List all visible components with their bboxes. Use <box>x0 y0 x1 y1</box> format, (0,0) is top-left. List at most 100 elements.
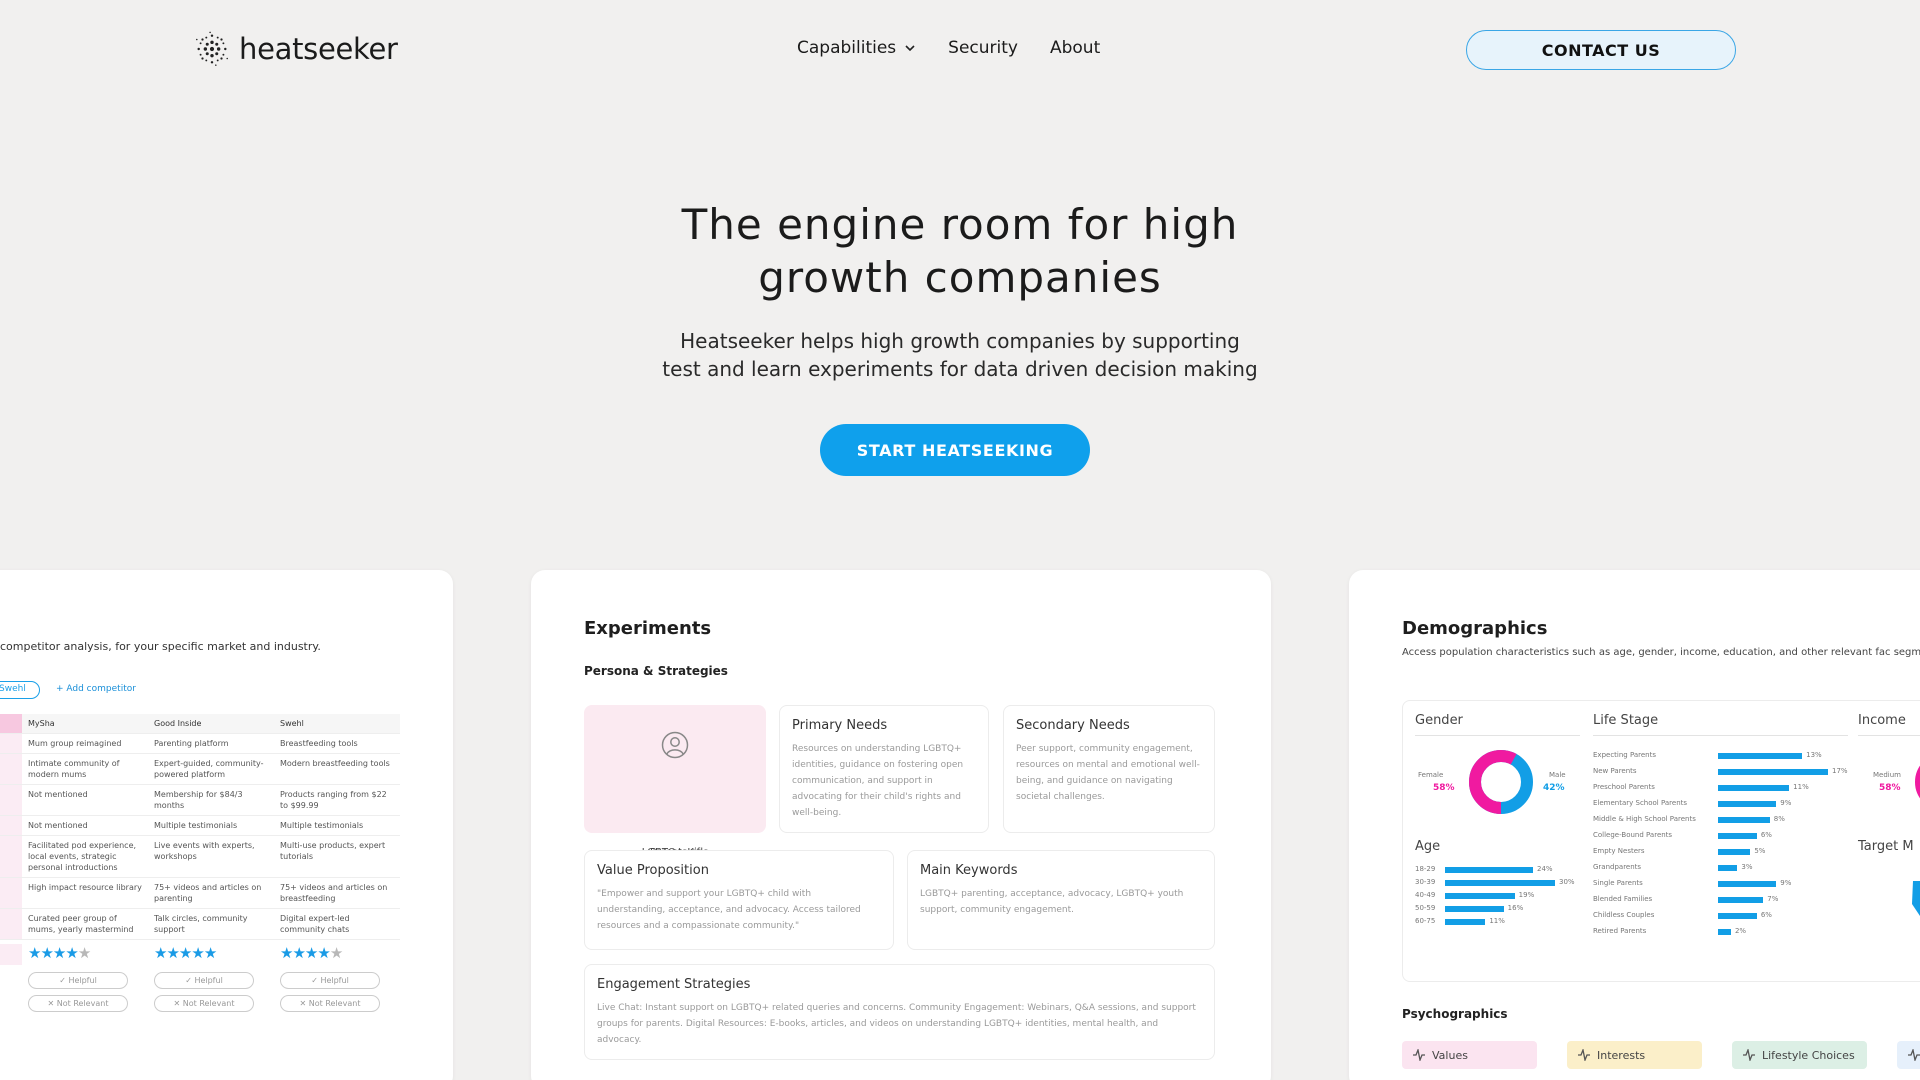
age-bar <box>1445 893 1515 899</box>
chip-values[interactable]: Values <box>1402 1041 1537 1069</box>
engagement-strategies-box: Engagement Strategies Live Chat: Instant… <box>584 964 1215 1060</box>
age-bar <box>1445 906 1504 912</box>
life-stage-heading: Life Stage <box>1593 713 1659 728</box>
start-heatseeking-button[interactable]: START HEATSEEKING <box>820 424 1090 476</box>
nav-about-label: About <box>1049 38 1101 58</box>
life-stage-label: Empty Nesters <box>1593 847 1645 855</box>
life-stage-bar <box>1718 801 1777 807</box>
logo-mark-icon <box>196 31 228 66</box>
life-stage-value-label: 13% <box>1806 751 1822 759</box>
chip-lifestyle-choices[interactable]: Lifestyle Choices <box>1732 1041 1867 1069</box>
star-icon: ★ <box>280 944 293 962</box>
helpful-button[interactable]: ✓ Helpful <box>280 972 380 989</box>
table-row: Mum group reimagined Parenting platform Br… <box>0 734 400 754</box>
chip-interests-label: Interests <box>1597 1048 1646 1062</box>
chip-lifestyle-choices-label: Lifestyle Choices <box>1762 1048 1855 1062</box>
age-label: 30-39 <box>1415 878 1436 886</box>
gender-donut-chart <box>1469 750 1533 814</box>
income-heading: Income <box>1858 713 1906 728</box>
main-keywords-title: Main Keywords <box>920 863 1018 878</box>
table-cell: Breastfeeding tools <box>280 739 358 748</box>
table-cell: er <box>0 836 22 877</box>
helpful-button[interactable]: ✓ Helpful <box>154 972 254 989</box>
star-icon: ★ <box>329 944 343 962</box>
age-value-label: 11% <box>1489 917 1505 925</box>
table-header-cell: Good Inside <box>148 714 274 733</box>
table-cell: High impact resource library <box>28 883 142 892</box>
star-icon: ★ <box>178 944 192 962</box>
not-relevant-button[interactable]: ✕ Not Relevant <box>28 995 128 1012</box>
contact-us-button[interactable]: CONTACT US <box>1466 30 1736 70</box>
age-bar-chart: 18-29 24% 30-39 30% 40-49 19% 50-59 16% 60-75 11% <box>1415 865 1585 935</box>
hero-subtitle-line1: Heatseeker helps high growth companies b… <box>680 329 1240 353</box>
table-cell <box>0 878 22 908</box>
table-cell: Modern breastfeeding tools <box>280 759 390 768</box>
table-cell: Live events with experts, workshops <box>154 841 255 861</box>
demographics-panel: Gender Female 58% Male 42% Age 18-29 24% 3… <box>1402 700 1920 982</box>
experiments-title: Experiments <box>584 618 712 639</box>
table-cell: Multi-use products, expert tutorials <box>280 841 386 861</box>
secondary-needs-title: Secondary Needs <box>1016 718 1130 733</box>
star-icon: ★ <box>28 944 41 962</box>
age-label: 18-29 <box>1415 865 1436 873</box>
chip-more[interactable] <box>1897 1041 1920 1069</box>
chip-values-label: Values <box>1432 1048 1468 1062</box>
life-stage-bar <box>1718 785 1790 791</box>
not-relevant-button[interactable]: ✕ Not Relevant <box>280 995 380 1012</box>
persona-tile[interactable]: Parents of LGBTQ+ Kids <box>584 705 766 858</box>
life-stage-bar <box>1718 817 1770 823</box>
life-stage-value-label: 6% <box>1760 911 1772 919</box>
nav-security[interactable]: Security <box>948 38 1018 58</box>
chip-interests[interactable]: Interests <box>1567 1041 1702 1069</box>
ratings-row: ★★★★★ ★★★★★ ★★★★★ <box>0 940 400 965</box>
table-cell: Facilitated pod experience, local events… <box>28 841 137 872</box>
age-value-label: 24% <box>1537 865 1553 873</box>
star-icon: ★ <box>317 944 330 962</box>
engagement-strategies-body: Live Chat: Instant support on LGBTQ+ rel… <box>597 1003 1196 1045</box>
life-stage-value-label: 2% <box>1734 927 1747 935</box>
table-cell: Curated peer group of mums, yearly maste… <box>28 914 134 934</box>
brand-logo[interactable]: heatseeker <box>193 30 398 68</box>
add-competitor-link[interactable]: + Add competitor <box>56 684 136 694</box>
competitor-table-body: Mum group reimagined Parenting platform Br… <box>0 734 400 940</box>
table-cell <box>0 785 22 815</box>
rating-stars: ★★★★★ <box>22 944 148 965</box>
competitor-pill-selected[interactable]: Swehl <box>0 681 40 699</box>
life-stage-bar <box>1718 769 1828 775</box>
not-relevant-button[interactable]: ✕ Not Relevant <box>154 995 254 1012</box>
main-keywords-box: Main Keywords LGBTQ+ parenting, acceptan… <box>907 850 1215 950</box>
nav-capabilities[interactable]: Capabilities <box>797 38 916 58</box>
table-cell: 75+ videos and articles on breastfeeding <box>280 883 388 903</box>
hero-title-line2: growth companies <box>758 253 1162 302</box>
primary-needs-box: Primary Needs Resources on understanding… <box>779 705 989 833</box>
life-stage-bar <box>1718 833 1757 839</box>
table-cell <box>0 734 22 753</box>
activity-icon <box>1578 1049 1590 1061</box>
life-stage-label: Expecting Parents <box>1593 751 1657 759</box>
divider <box>1858 735 1920 736</box>
table-row: High impact resource library 75+ videos a… <box>0 878 400 909</box>
age-value-label: 30% <box>1559 878 1575 886</box>
life-stage-bar <box>1718 929 1731 935</box>
helpful-button[interactable]: ✓ Helpful <box>28 972 128 989</box>
male-label: Male <box>1549 771 1566 779</box>
table-cell: 75+ videos and articles on parenting <box>154 883 262 903</box>
nav-about[interactable]: About <box>1050 38 1100 58</box>
star-icon: ★ <box>65 944 78 962</box>
life-stage-value-label: 5% <box>1754 847 1766 855</box>
age-label: 40-49 <box>1415 891 1436 899</box>
activity-icon <box>1908 1049 1920 1061</box>
table-cell <box>0 816 22 835</box>
table-row: Intimate community of modern mums Expert-… <box>0 754 400 785</box>
age-label: 50-59 <box>1415 904 1436 912</box>
secondary-needs-box: Secondary Needs Peer support, community … <box>1003 705 1215 833</box>
age-value-label: 16% <box>1507 904 1524 912</box>
table-cell <box>0 754 22 784</box>
star-icon: ★ <box>203 944 217 962</box>
nav-security-label: Security <box>948 38 1018 58</box>
demographics-description: Access population characteristics such a… <box>1402 647 1920 658</box>
table-cell: Intimate community of modern mums <box>28 759 120 779</box>
income-donut-chart <box>1915 765 1920 799</box>
secondary-needs-body: Peer support, community engagement, reso… <box>1016 744 1200 802</box>
table-cell: ✓ Helpful ✕ Not Relevant <box>148 965 274 1019</box>
